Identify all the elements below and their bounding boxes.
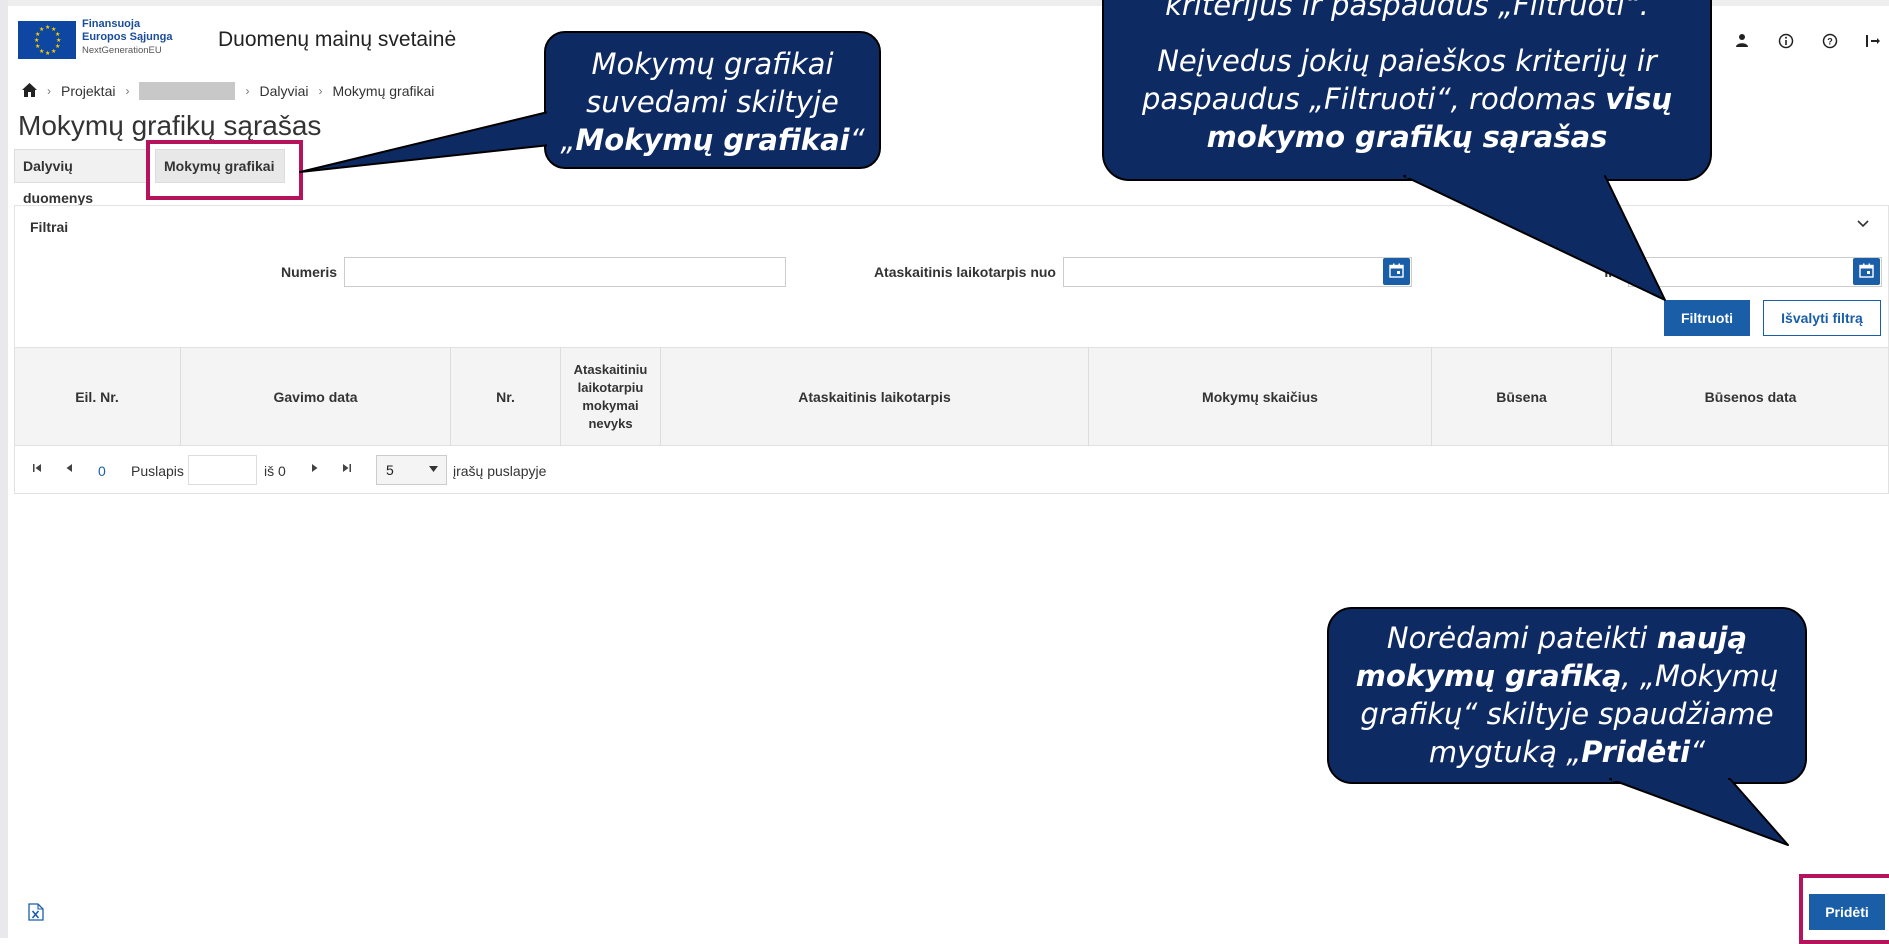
tabs-callout-bold: Mokymų grafikai bbox=[575, 123, 850, 157]
tabs-callout-line: „Mokymų grafikai“ bbox=[555, 121, 870, 159]
add-callout-fragment: “ bbox=[1690, 735, 1706, 769]
filter-callout-line: paspaudus „Filtruoti“, rodomas visų bbox=[1110, 80, 1704, 118]
filter-callout-pointer-join bbox=[1406, 168, 1604, 178]
tabs-callout-text: Mokymų grafikai suvedami skiltyje „Mokym… bbox=[555, 45, 870, 159]
add-callout-bold: Pridėti bbox=[1581, 735, 1691, 769]
filter-callout-bold: mokymo grafikų sąrašas bbox=[1206, 120, 1608, 154]
filter-callout-line: mokymo grafikų sąrašas bbox=[1110, 118, 1704, 156]
tabs-callout-pointer bbox=[299, 111, 551, 173]
add-callout-line: Norėdami pateikti naują bbox=[1334, 619, 1800, 657]
add-callout-bold: naują bbox=[1656, 621, 1748, 655]
add-callout-fragment: , „Mokymų bbox=[1621, 659, 1779, 693]
filter-callout-line: kriterijus ir paspaudus „Filtruoti“. bbox=[1165, 0, 1649, 22]
filter-callout-text: kriterijus ir paspaudus „Filtruoti“. Neį… bbox=[1110, 0, 1704, 156]
filter-callout-bold: visų bbox=[1605, 82, 1672, 116]
add-callout-line: mokymų grafiką, „Mokymų bbox=[1334, 657, 1800, 695]
filter-callout-line: Neįvedus jokių paieškos kriterijų ir bbox=[1157, 44, 1657, 78]
add-callout-text: Norėdami pateikti naują mokymų grafiką, … bbox=[1334, 619, 1800, 771]
filter-callout-pointer bbox=[1403, 175, 1666, 301]
tabs-callout-line: suvedami skiltyje bbox=[586, 85, 839, 119]
filter-callout-fragment: paspaudus „Filtruoti“, rodomas bbox=[1141, 82, 1606, 116]
add-callout-line: grafikų“ skiltyje spaudžiame bbox=[1360, 697, 1774, 731]
add-callout-pointer-join bbox=[1612, 772, 1728, 781]
filter-callout-gap bbox=[1110, 24, 1704, 42]
tabs-callout-line: Mokymų grafikai bbox=[591, 47, 834, 81]
add-callout-fragment: mygtuką „ bbox=[1428, 735, 1582, 769]
add-callout-pointer bbox=[1609, 778, 1789, 846]
add-callout-fragment: Norėdami pateikti bbox=[1386, 621, 1657, 655]
add-callout-bold: mokymų grafiką bbox=[1355, 659, 1622, 693]
add-callout-line: mygtuką „Pridėti“ bbox=[1334, 733, 1800, 771]
tabs-callout-fragment: “ bbox=[849, 123, 865, 157]
tabs-callout-fragment: „ bbox=[560, 123, 576, 157]
